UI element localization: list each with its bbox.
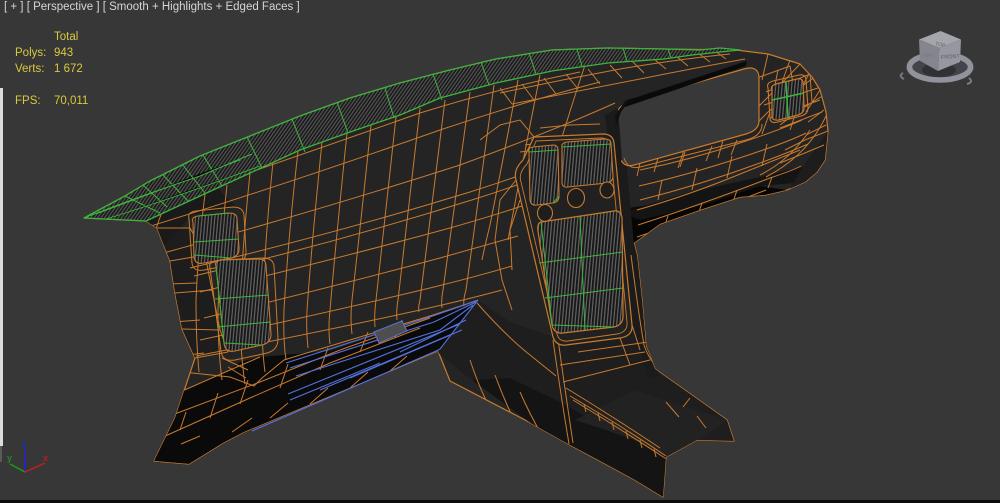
svg-text:y: y — [7, 453, 12, 463]
svg-text:x: x — [43, 453, 48, 463]
svg-text:z: z — [22, 439, 27, 449]
